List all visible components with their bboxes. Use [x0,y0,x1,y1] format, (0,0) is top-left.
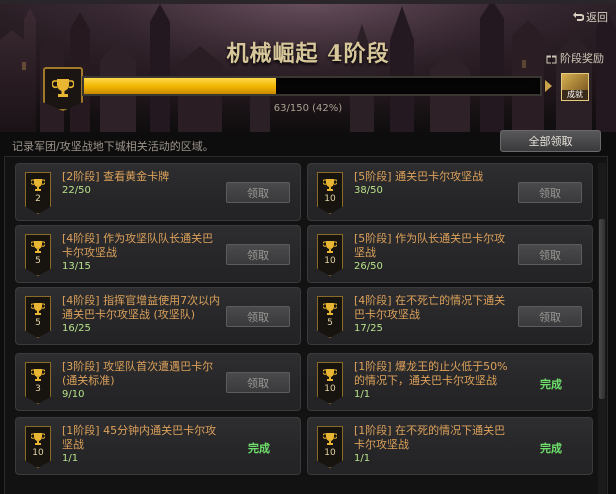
task-card: 2 [2阶段] 查看黄金卡牌 22/50 领取 [15,163,301,221]
task-progress: 17/25 [354,323,383,334]
back-label: 返回 [586,11,608,24]
task-card: 5 [4阶段] 指挥官增益使用7次以内通关巴卡尔攻坚战 (攻坚队) 16/25 领取 [15,287,301,345]
task-name: [2阶段] 查看黄金卡牌 [62,170,170,183]
task-level-number: 2 [35,194,41,204]
task-card: 10 [5阶段] 通关巴卡尔攻坚战 38/50 领取 [307,163,593,221]
task-claim-button[interactable]: 领取 [226,182,290,203]
task-card: 10 [1阶段] 在不死的情况下通关巴卡尔攻坚战 1/1 完成 [307,417,593,475]
task-claim-button[interactable]: 领取 [518,182,582,203]
task-progress: 1/1 [354,453,371,464]
task-level-number: 5 [35,256,41,266]
task-complete-label: 完成 [540,442,562,455]
task-level-number: 10 [324,194,336,204]
task-progress: 9/10 [62,389,85,400]
task-name: [5阶段] 通关巴卡尔攻坚战 [354,170,484,183]
stage-reward-label: 阶段奖励 [560,52,604,65]
task-name: [3阶段] 攻坚队首次遭遇巴卡尔 (通关标准) [62,360,214,387]
task-complete-label: 完成 [248,442,270,455]
task-trophy-badge: 5 [25,296,51,338]
trophy-icon [31,303,45,315]
task-progress: 16/25 [62,323,91,334]
task-trophy-badge: 2 [25,172,51,214]
task-trophy-badge: 10 [317,234,343,276]
back-button[interactable]: 返回 [572,9,608,25]
task-progress: 1/1 [62,453,79,464]
trophy-icon [323,303,337,315]
task-level-number: 5 [327,318,333,328]
task-level-number: 10 [324,256,336,266]
task-trophy-badge: 10 [317,362,343,404]
task-trophy-badge: 5 [25,234,51,276]
task-card: 10 [5阶段] 作为队长通关巴卡尔攻坚战 26/50 领取 [307,225,593,283]
task-trophy-badge: 10 [25,426,51,468]
task-progress: 13/15 [62,261,91,272]
task-trophy-badge: 3 [25,362,51,404]
claim-all-button[interactable]: 全部领取 [500,130,601,152]
trophy-icon [31,241,45,253]
gift-icon [546,55,557,63]
achievement-badge-label: 成就 [562,90,588,100]
task-complete-label: 完成 [540,378,562,391]
task-level-number: 10 [324,448,336,458]
task-trophy-badge: 5 [317,296,343,338]
task-claim-button[interactable]: 领取 [226,244,290,265]
stage-reward-button[interactable]: 阶段奖励 [546,50,604,66]
task-claim-button[interactable]: 领取 [226,306,290,327]
task-progress: 1/1 [354,389,371,400]
task-name: [4阶段] 在不死亡的情况下通关巴卡尔攻坚战 [354,294,506,321]
task-card: 5 [4阶段] 在不死亡的情况下通关巴卡尔攻坚战 17/25 领取 [307,287,593,345]
trophy-icon [323,433,337,445]
trophy-icon [323,241,337,253]
stage-progress-text: 63/150 (42%) [273,103,343,114]
task-claim-button[interactable]: 领取 [518,244,582,265]
trophy-icon [31,369,45,381]
task-card: 10 [1阶段] 45分钟内通关巴卡尔攻坚战 1/1 完成 [15,417,301,475]
stage-progress-fill [84,78,276,94]
task-level-number: 3 [35,384,41,394]
task-list: 2 [2阶段] 查看黄金卡牌 22/50 领取 10 [5阶段] 通关巴卡尔攻坚战 38/5… [4,156,608,494]
task-name: [1阶段] 在不死的情况下通关巴卡尔攻坚战 [354,424,506,451]
task-level-number: 5 [35,318,41,328]
task-level-number: 10 [32,448,44,458]
achievement-reward-icon[interactable]: 成就 [561,73,589,101]
page-title: 机械崛起 4阶段 [226,41,390,67]
trophy-icon [31,433,45,445]
task-name: [4阶段] 指挥官增益使用7次以内通关巴卡尔攻坚战 (攻坚队) [62,294,221,321]
task-name: [5阶段] 作为队长通关巴卡尔攻坚战 [354,232,506,259]
task-claim-button[interactable]: 领取 [518,306,582,327]
stage-progress-bar [82,76,542,96]
task-name: [4阶段] 作为攻坚队队长通关巴卡尔攻坚战 [62,232,214,259]
task-card: 3 [3阶段] 攻坚队首次遭遇巴卡尔 (通关标准) 9/10 领取 [15,353,301,411]
progress-arrow-icon [545,80,552,92]
task-level-number: 10 [324,384,336,394]
task-trophy-badge: 10 [317,172,343,214]
task-name: [1阶段] 45分钟内通关巴卡尔攻坚战 [62,424,217,451]
window-top-frame [0,0,616,4]
task-progress: 22/50 [62,185,91,196]
trophy-icon [31,179,45,191]
task-card: 5 [4阶段] 作为攻坚队队长通关巴卡尔攻坚战 13/15 领取 [15,225,301,283]
task-progress: 26/50 [354,261,383,272]
trophy-icon [323,369,337,381]
task-claim-button[interactable]: 领取 [226,372,290,393]
trophy-icon [323,179,337,191]
area-description: 记录军团/攻坚战地下城相关活动的区域。 [12,140,214,153]
task-progress: 38/50 [354,185,383,196]
task-name: [1阶段] 爆龙王的止火低于50%的情况下，通关巴卡尔攻坚战 [354,360,508,387]
task-trophy-badge: 10 [317,426,343,468]
task-card: 10 [1阶段] 爆龙王的止火低于50%的情况下，通关巴卡尔攻坚战 1/1 完成 [307,353,593,411]
header-banner: 返回 机械崛起 4阶段 阶段奖励 成就 63/150 (42%) [0,0,616,132]
back-arrow-icon [573,12,584,21]
scrollbar-thumb[interactable] [599,219,605,399]
trophy-icon [52,79,74,97]
